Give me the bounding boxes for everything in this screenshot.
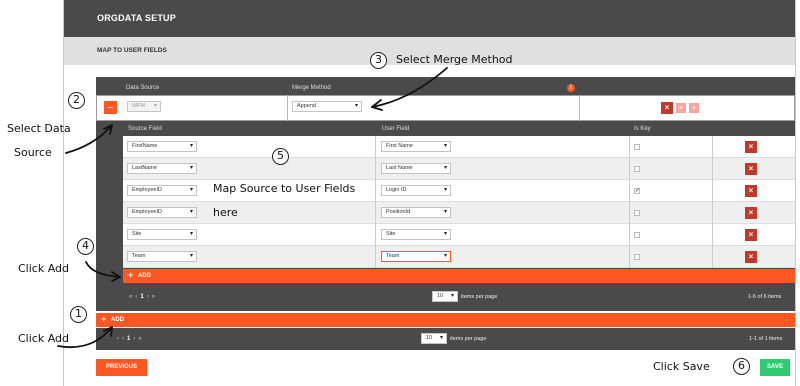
annotation-merge-text: Select Merge Method	[396, 53, 513, 66]
annotation-click-add-2: Click Add	[18, 332, 70, 345]
annotation-data-source-text-1: Select Data	[7, 122, 71, 135]
annotation-step-5: 5	[272, 148, 289, 165]
annotation-map-text-1: Map Source to User Fields	[213, 182, 356, 195]
annotation-click-save: Click Save	[653, 360, 710, 373]
annotation-click-add-1: Click Add	[18, 262, 70, 275]
annotation-step-2: 2	[68, 92, 85, 109]
arrow-merge-method	[371, 67, 448, 108]
annotation-step-4: 4	[77, 238, 94, 255]
annotation-step-1: 1	[70, 306, 87, 323]
annotation-step-6: 6	[733, 358, 750, 375]
annotation-map-text-2: here	[213, 206, 238, 219]
annotation-data-source-text-2: Source	[14, 146, 52, 159]
annotation-step-3: 3	[370, 52, 387, 69]
